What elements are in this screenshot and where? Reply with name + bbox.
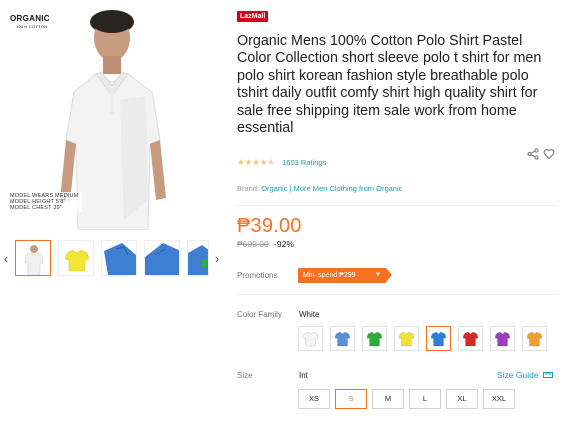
brand-logo-subtext: 100% COTTON [16, 24, 48, 29]
color-swatch[interactable] [490, 326, 515, 351]
thumbnail-strip: ‹ › [0, 237, 226, 279]
thumbnail-shirt-icon [188, 241, 208, 275]
promotions-label: Promotions [237, 271, 278, 280]
original-price: ₱600.00 [237, 239, 269, 249]
color-swatch[interactable] [394, 326, 419, 351]
main-product-image[interactable]: ORGANIC 100% COTTON MODEL WEARS MEDIUM M… [0, 0, 226, 230]
brand-logo-text: ORGANIC [10, 14, 50, 23]
star-icon: ★ [237, 157, 245, 167]
shirt-swatch-icon [491, 327, 514, 350]
thumbnail-shirt-icon [59, 241, 93, 275]
color-swatch[interactable] [298, 326, 323, 351]
size-option-xl[interactable]: XL [446, 389, 478, 409]
share-icon[interactable] [527, 147, 539, 165]
thumbnail-next-icon[interactable]: › [212, 251, 222, 266]
current-price: ₱39.00 [237, 215, 302, 237]
color-family-label: Color Family [237, 310, 282, 319]
size-guide-link[interactable]: Size Guide [497, 370, 553, 380]
thumbnail-prev-icon[interactable]: ‹ [1, 251, 11, 266]
shirt-swatch-icon [299, 327, 322, 350]
shirt-swatch-icon [459, 327, 482, 350]
discount-percent: -92% [274, 239, 294, 249]
divider [237, 205, 557, 206]
thumbnail-shirt-icon [145, 241, 179, 275]
size-option-l[interactable]: L [409, 389, 441, 409]
thumbnail-2[interactable] [58, 240, 94, 276]
color-swatch[interactable] [522, 326, 547, 351]
star-icon: ★ [252, 157, 260, 167]
thumbnail-shirt-icon [16, 241, 50, 275]
thumbnail-5[interactable] [187, 240, 209, 276]
divider [237, 294, 557, 295]
selected-color-value: White [299, 310, 320, 319]
lazmall-badge: LazMall [237, 11, 269, 22]
star-icon: ★ [259, 157, 268, 167]
more-from-brand-link[interactable]: | More Men Clothing from Organic [290, 184, 403, 193]
shirt-swatch-icon [523, 327, 546, 350]
shirt-swatch-icon [427, 327, 450, 350]
size-label: Size [237, 371, 253, 380]
brand-row: Brand: Organic | More Men Clothing from … [237, 184, 402, 193]
half-star-icon: ★ [267, 157, 276, 167]
size-option-xs[interactable]: XS [298, 389, 330, 409]
wishlist-heart-icon[interactable] [543, 147, 555, 165]
rating-row: ★ ★ ★ ★ ★ 1603 Ratings [237, 157, 326, 167]
thumbnail-shirt-icon [102, 241, 136, 275]
promotion-voucher-button[interactable]: Min. spend ₱299 ▼ [298, 268, 392, 283]
model-info-line: MODEL CHEST 39" [10, 205, 63, 211]
brand-link[interactable]: Organic [261, 184, 287, 193]
size-guide-text: Size Guide [497, 370, 539, 380]
thumbnail-4[interactable] [144, 240, 180, 276]
brand-label: Brand: [237, 184, 260, 193]
ratings-count-link[interactable]: 1603 Ratings [282, 158, 326, 167]
color-swatch[interactable] [458, 326, 483, 351]
size-option-s[interactable]: S [335, 389, 367, 409]
shirt-swatch-icon [395, 327, 418, 350]
product-title: Organic Mens 100% Cotton Polo Shirt Past… [237, 33, 542, 137]
price-discount-row: ₱600.00 -92% [237, 239, 294, 249]
thumbnail-1[interactable] [15, 240, 51, 276]
color-swatch[interactable] [362, 326, 387, 351]
brand-logo: ORGANIC 100% COTTON [10, 14, 50, 29]
product-gallery: ORGANIC 100% COTTON MODEL WEARS MEDIUM M… [0, 0, 226, 300]
caret-down-icon: ▼ [375, 272, 381, 278]
size-system: Int [299, 371, 308, 380]
size-option-m[interactable]: M [372, 389, 404, 409]
color-swatch[interactable] [426, 326, 451, 351]
promotion-text: Min. spend ₱299 [303, 272, 356, 279]
size-option-xxl[interactable]: XXL [483, 389, 515, 409]
shirt-swatch-icon [363, 327, 386, 350]
star-icon: ★ [244, 157, 253, 167]
thumbnail-3[interactable] [101, 240, 137, 276]
color-swatch[interactable] [330, 326, 355, 351]
ruler-icon [542, 372, 553, 378]
rating-stars: ★ ★ ★ ★ ★ [237, 157, 275, 167]
shirt-swatch-icon [331, 327, 354, 350]
model-info-overlay: MODEL WEARS MEDIUM MODEL HEIGHT 5'8" MOD… [6, 192, 83, 212]
